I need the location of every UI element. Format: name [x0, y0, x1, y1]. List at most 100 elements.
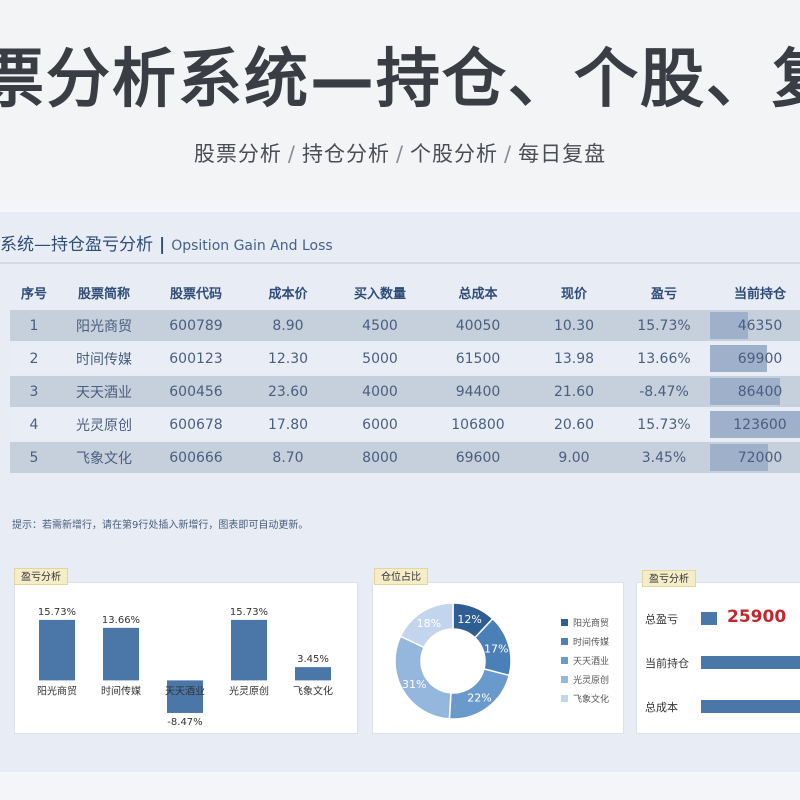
cell-position: 69900 — [710, 343, 800, 374]
panel-subtitle: Opsition Gain And Loss — [171, 238, 333, 254]
pnl-bar — [103, 627, 139, 681]
cell-code: 600123 — [150, 343, 242, 374]
donut-data-label: 17% — [484, 642, 508, 655]
cell-cost-price: 8.90 — [242, 310, 334, 341]
legend-swatch — [561, 619, 568, 626]
cell-quantity: 4000 — [334, 376, 426, 407]
pnl-category-label: 光灵原创 — [229, 684, 269, 697]
position-share-donut: 12% 17% 22% 31% 18% — [394, 602, 512, 720]
hint-text: 提示：若需新增行，请在第9行处插入新增行，图表即可自动更新。 — [12, 520, 309, 531]
banner: 票分析系统—持仓、个股、复 股票分析 / 持仓分析 / 个股分析 / 每日复盘 — [0, 0, 800, 200]
cell-name: 飞象文化 — [58, 442, 150, 473]
legend-item: 阳光商贸 — [561, 613, 609, 632]
cell-quantity: 5000 — [334, 343, 426, 374]
breadcrumb-daily-review[interactable]: 每日复盘 — [518, 142, 606, 166]
legend-label: 光灵原创 — [573, 676, 610, 686]
cell-cost-price: 12.30 — [242, 343, 334, 374]
summary-tag: 盈亏分析 — [642, 570, 696, 587]
cell-name: 光灵原创 — [58, 409, 150, 440]
pnl-data-label: -8.47% — [167, 717, 202, 728]
table-row[interactable]: 1 阳光商贸 600789 8.90 4500 40050 10.30 15.7… — [10, 310, 800, 341]
header-name: 股票简称 — [77, 286, 130, 302]
table-row[interactable]: 3 天天酒业 600456 23.60 4000 94400 21.60 -8.… — [10, 376, 800, 407]
cell-current-price: 20.60 — [530, 409, 618, 440]
summary-bar — [701, 612, 717, 625]
legend-item: 飞象文化 — [561, 689, 609, 708]
summary-bar — [701, 700, 800, 713]
cell-position: 123600 — [710, 409, 800, 440]
table-row[interactable]: 4 光灵原创 600678 17.80 6000 106800 20.60 15… — [10, 409, 800, 440]
cell-index: 5 — [10, 442, 58, 473]
pnl-data-label: 15.73% — [38, 607, 76, 618]
cell-code: 600456 — [150, 376, 242, 407]
legend-item: 光灵原创 — [561, 670, 609, 689]
pnl-bar-chart: 15.73% 阳光商贸 13.66% 时间传媒 -8.47% 天天酒业 15.73% 光灵原创… — [37, 607, 333, 728]
donut-data-label: 18% — [417, 617, 441, 630]
summary-label: 当前持仓 — [645, 657, 689, 670]
table-header-row: 序号 股票简称 股票代码 成本价 买入数量 总成本 现价 盈亏 当前持仓 — [10, 276, 800, 308]
pnl-category-label: 阳光商贸 — [37, 684, 77, 697]
donut-data-label: 22% — [467, 691, 491, 704]
breadcrumb: 股票分析 / 持仓分析 / 个股分析 / 每日复盘 — [0, 138, 800, 168]
cell-name: 天天酒业 — [58, 376, 150, 407]
position-value: 46350 — [737, 317, 783, 334]
cell-total-cost: 69600 — [426, 442, 530, 473]
breadcrumb-single-stock[interactable]: 个股分析 — [410, 142, 498, 166]
cell-code: 600789 — [150, 310, 242, 341]
panel-title-cn: 系统—持仓盈亏分析 — [0, 235, 153, 255]
title-underline — [0, 262, 800, 264]
position-value: 72000 — [737, 449, 783, 466]
cell-current-price: 21.60 — [530, 376, 618, 407]
cell-pnl: 15.73% — [618, 310, 710, 341]
position-value: 123600 — [733, 416, 787, 433]
pnl-data-label: 13.66% — [102, 615, 140, 626]
cell-cost-price: 23.60 — [242, 376, 334, 407]
cell-cost-price: 8.70 — [242, 442, 334, 473]
legend-item: 时间传媒 — [561, 632, 609, 651]
pnl-bar — [295, 667, 331, 681]
pnl-bar-chart-card: 15.73% 阳光商贸 13.66% 时间传媒 -8.47% 天天酒业 15.73% 光灵原创… — [14, 582, 358, 734]
cell-pnl: -8.47% — [618, 376, 710, 407]
header-current-price: 现价 — [560, 286, 587, 302]
cell-pnl: 13.66% — [618, 343, 710, 374]
legend-swatch — [561, 638, 568, 645]
cell-pnl: 15.73% — [618, 409, 710, 440]
cell-quantity: 4500 — [334, 310, 426, 341]
holdings-table: 序号 股票简称 股票代码 成本价 买入数量 总成本 现价 盈亏 当前持仓 1 阳… — [10, 274, 800, 475]
table-row[interactable]: 5 飞象文化 600666 8.70 8000 69600 9.00 3.45%… — [10, 442, 800, 473]
cell-total-cost: 106800 — [426, 409, 530, 440]
cell-name: 时间传媒 — [58, 343, 150, 374]
donut-data-label: 31% — [402, 678, 426, 691]
pnl-bar — [39, 619, 75, 681]
header-quantity: 买入数量 — [353, 286, 406, 302]
cell-index: 3 — [10, 376, 58, 407]
pnl-category-label: 飞象文化 — [293, 684, 333, 697]
pnl-chart-tag: 盈亏分析 — [14, 568, 68, 585]
legend-swatch — [561, 657, 568, 664]
cell-current-price: 10.30 — [530, 310, 618, 341]
header-code: 股票代码 — [169, 286, 222, 302]
cell-index: 1 — [10, 310, 58, 341]
pnl-data-label: 15.73% — [230, 607, 268, 618]
legend-label: 天天酒业 — [573, 657, 610, 667]
cell-code: 600678 — [150, 409, 242, 440]
position-share-tag: 仓位占比 — [374, 568, 428, 585]
header-pnl: 盈亏 — [650, 286, 677, 302]
pnl-bar — [231, 619, 267, 681]
cell-cost-price: 17.80 — [242, 409, 334, 440]
pnl-category-label: 天天酒业 — [165, 685, 205, 697]
cell-current-price: 9.00 — [530, 442, 618, 473]
header-position: 当前持仓 — [733, 286, 786, 302]
legend-swatch — [561, 676, 568, 683]
summary-bar — [701, 656, 800, 669]
dashboard-panel: 系统—持仓盈亏分析 | Opsition Gain And Loss 序号 股票简称… — [0, 212, 800, 772]
cell-position: 46350 — [710, 310, 800, 341]
breadcrumb-stock-analysis[interactable]: 股票分析 — [194, 142, 282, 166]
breadcrumb-separator: / — [287, 142, 296, 166]
breadcrumb-position-analysis[interactable]: 持仓分析 — [302, 142, 390, 166]
table-row[interactable]: 2 时间传媒 600123 12.30 5000 61500 13.98 13.… — [10, 343, 800, 374]
cell-pnl: 3.45% — [618, 442, 710, 473]
cell-quantity: 6000 — [334, 409, 426, 440]
legend-item: 天天酒业 — [561, 651, 609, 670]
position-share-card: 12% 17% 22% 31% 18% 阳光商贸 时间传媒 天天酒业 光灵原创 飞象文化 — [372, 582, 624, 734]
